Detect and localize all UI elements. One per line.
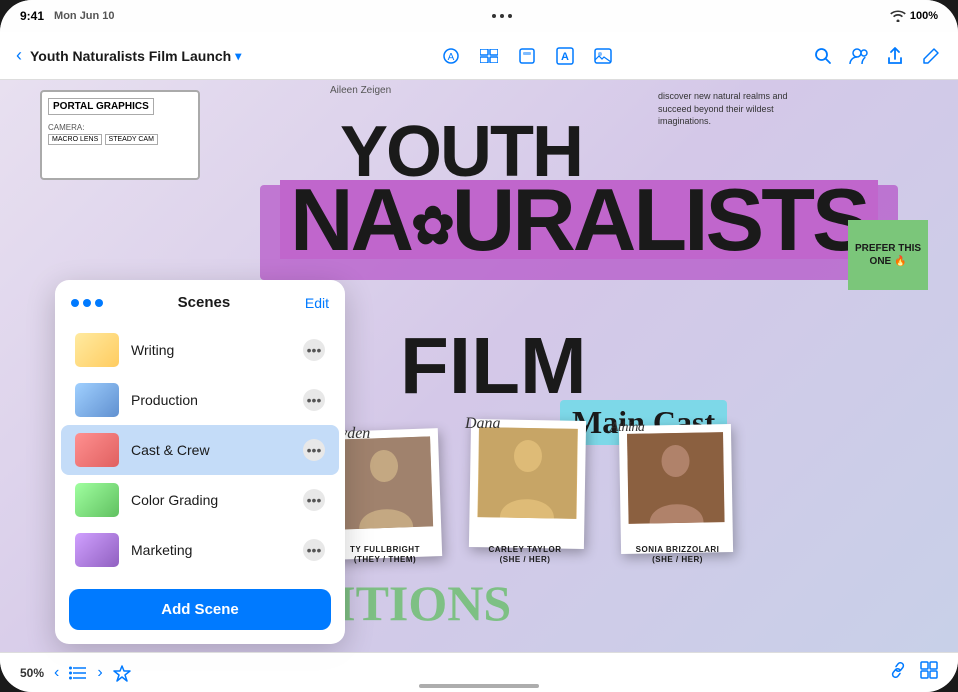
ipad-frame: 9:41 Mon Jun 10 100% ‹ Youth Naturalists… [0, 0, 958, 692]
scene-more-production[interactable]: ••• [303, 389, 325, 411]
draw-icon[interactable]: A [440, 45, 462, 67]
scene-more-writing[interactable]: ••• [303, 339, 325, 361]
cast-info-3: SONIA BRIZZOLARI (SHE / HER) [620, 545, 735, 566]
main-toolbar: ‹ Youth Naturalists Film Launch ▾ A A [0, 32, 958, 80]
scenes-panel: Scenes Edit Writing ••• Production ••• C… [55, 280, 345, 644]
cast-photo-1 [336, 436, 433, 529]
toolbar-left: ‹ Youth Naturalists Film Launch ▾ [16, 45, 241, 66]
back-button[interactable]: ‹ [16, 45, 22, 66]
prev-page-button[interactable]: ‹ [54, 664, 59, 682]
search-icon[interactable] [812, 45, 834, 67]
zoom-level[interactable]: 50% [20, 666, 44, 680]
bottom-right [888, 661, 938, 684]
scenes-title: Scenes [178, 294, 231, 311]
scene-item-castcrew[interactable]: Cast & Crew ••• [61, 425, 339, 475]
scene-name-writing: Writing [131, 342, 291, 358]
film-title-film: FILM [400, 320, 587, 412]
flower-icon: ✿ [411, 197, 452, 255]
scene-item-colorgrading[interactable]: Color Grading ••• [61, 475, 339, 525]
add-scene-button[interactable]: Add Scene [69, 589, 331, 630]
share-icon[interactable] [884, 45, 906, 67]
document-title[interactable]: Youth Naturalists Film Launch ▾ [30, 48, 241, 64]
dot-1 [492, 14, 496, 18]
naturalists-text: NA [290, 170, 411, 269]
film-title-naturalists: NA✿URALISTS [280, 180, 878, 259]
canvas-annotation: discover new natural realms and succeed … [658, 90, 798, 128]
dot-blue-2 [83, 299, 91, 307]
bottom-left: 50% ‹ › [20, 664, 131, 682]
status-bar-center [492, 14, 512, 18]
dot-2 [500, 14, 504, 18]
status-bar-left: 9:41 Mon Jun 10 [20, 9, 115, 23]
view-icon[interactable] [478, 45, 500, 67]
dot-blue-1 [71, 299, 79, 307]
scenes-header: Scenes Edit [55, 280, 345, 321]
title-chevron: ▾ [235, 49, 241, 63]
scene-name-marketing: Marketing [131, 542, 291, 558]
cast-photo-3 [627, 432, 725, 524]
cast-photo-2 [477, 427, 578, 519]
annotation-name: Aileen Zeigen [330, 85, 391, 96]
link-icon[interactable] [888, 661, 908, 684]
collaborators-icon[interactable] [848, 45, 870, 67]
next-page-button[interactable]: › [97, 664, 102, 682]
grid-view-icon[interactable] [920, 661, 938, 684]
polaroid-2 [469, 419, 586, 549]
sticky-note: PREFER THIS ONE 🔥 [848, 220, 928, 290]
scenes-dots [71, 299, 103, 307]
scene-name-production: Production [131, 392, 291, 408]
layers-icon[interactable] [516, 45, 538, 67]
edit-icon[interactable] [920, 45, 942, 67]
svg-text:A: A [561, 51, 569, 63]
status-bar-right: 100% [890, 10, 938, 22]
list-view-icon[interactable] [69, 666, 87, 680]
scene-item-production[interactable]: Production ••• [61, 375, 339, 425]
scene-thumb-castcrew [75, 433, 119, 467]
dot-blue-3 [95, 299, 103, 307]
polaroid-3 [619, 424, 733, 554]
cast-script-2: Dana [465, 415, 501, 433]
svg-text:A: A [447, 52, 454, 63]
scene-item-marketing[interactable]: Marketing ••• [61, 525, 339, 575]
wifi-icon [890, 10, 906, 22]
date-display: Mon Jun 10 [54, 10, 115, 22]
scene-more-colorgrading[interactable]: ••• [303, 489, 325, 511]
scenes-list: Writing ••• Production ••• Cast & Crew •… [55, 321, 345, 579]
scene-more-castcrew[interactable]: ••• [303, 439, 325, 461]
scene-thumb-marketing [75, 533, 119, 567]
battery-display: 100% [910, 10, 938, 22]
home-indicator [419, 684, 539, 688]
status-bar: 9:41 Mon Jun 10 100% [0, 0, 958, 32]
canvas-card-left: PORTAL GRAPHICS CAMERA: MACRO LENS STEAD… [40, 90, 200, 180]
text-icon[interactable]: A [554, 45, 576, 67]
time-display: 9:41 [20, 9, 44, 23]
cast-info-2: CARLEY TAYLOR (SHE / HER) [465, 545, 585, 566]
scene-name-colorgrading: Color Grading [131, 492, 291, 508]
scene-name-castcrew: Cast & Crew [131, 442, 291, 458]
toolbar-right [812, 45, 942, 67]
image-icon[interactable] [592, 45, 614, 67]
dot-3 [508, 14, 512, 18]
naturalists-text-2: URALISTS [452, 170, 868, 269]
scene-thumb-colorgrading [75, 483, 119, 517]
scene-thumb-writing [75, 333, 119, 367]
scene-thumb-production [75, 383, 119, 417]
cast-script-3: Athina [610, 420, 644, 436]
scenes-edit-button[interactable]: Edit [305, 295, 329, 311]
bookmark-icon[interactable] [113, 664, 131, 682]
scene-more-marketing[interactable]: ••• [303, 539, 325, 561]
cast-info-1: TY FULLBRIGHT (THEY / THEM) [330, 545, 440, 566]
scene-item-writing[interactable]: Writing ••• [61, 325, 339, 375]
toolbar-center: A A [440, 45, 614, 67]
